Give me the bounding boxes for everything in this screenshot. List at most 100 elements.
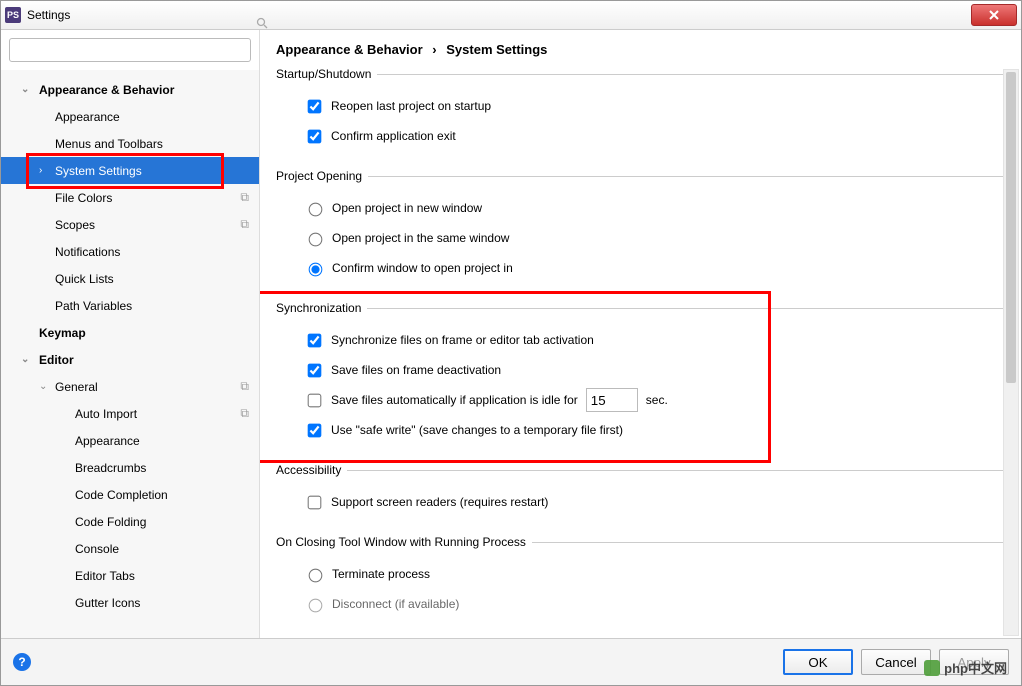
tree-item-gutter-icons[interactable]: Gutter Icons <box>1 589 259 616</box>
label-open-same-window: Open project in the same window <box>332 231 509 245</box>
help-icon[interactable]: ? <box>13 653 31 671</box>
radio-disconnect[interactable] <box>309 599 323 613</box>
app-icon: PS <box>5 7 21 23</box>
section-opening: Project Opening Open project in new wind… <box>276 169 1005 283</box>
breadcrumb-sep: › <box>432 42 436 57</box>
section-accessibility-title: Accessibility <box>276 463 347 477</box>
checkbox-screen-readers[interactable] <box>308 495 322 509</box>
tree-item-label: Scopes <box>55 218 95 232</box>
checkbox-safe-write[interactable] <box>308 423 322 437</box>
project-settings-icon: ⧉ <box>240 406 249 421</box>
apply-button[interactable]: Apply <box>939 649 1009 675</box>
cancel-button[interactable]: Cancel <box>861 649 931 675</box>
tree-item-label: File Colors <box>55 191 112 205</box>
label-terminate: Terminate process <box>332 567 430 581</box>
breadcrumb-b: System Settings <box>446 42 547 57</box>
chevron-right-icon: › <box>39 165 42 176</box>
tree-item-label: Notifications <box>55 245 120 259</box>
label-disconnect: Disconnect (if available) <box>332 597 459 611</box>
section-sync: Synchronization Synchronize files on fra… <box>276 301 1005 445</box>
checkbox-sync-on-activation[interactable] <box>308 333 322 347</box>
section-opening-title: Project Opening <box>276 169 368 183</box>
tree-item-code-completion[interactable]: Code Completion <box>1 481 259 508</box>
radio-open-same-window[interactable] <box>309 233 323 247</box>
app-icon-text: PS <box>7 10 19 20</box>
tree-item-label: Appearance & Behavior <box>39 83 174 97</box>
section-startup: Startup/Shutdown Reopen last project on … <box>276 67 1005 151</box>
label-confirm-open: Confirm window to open project in <box>332 261 513 275</box>
tree-item-label: Path Variables <box>55 299 132 313</box>
checkbox-reopen-last-project[interactable] <box>308 99 322 113</box>
window-close-button[interactable] <box>971 4 1017 26</box>
label-sync-on-activation: Synchronize files on frame or editor tab… <box>331 333 594 347</box>
label-screen-readers: Support screen readers (requires restart… <box>331 495 548 509</box>
tree-item-notifications[interactable]: Notifications <box>1 238 259 265</box>
tree-item-menus-and-toolbars[interactable]: Menus and Toolbars <box>1 130 259 157</box>
chevron-down-icon: ⌄ <box>21 354 29 365</box>
tree-item-auto-import[interactable]: Auto Import ⧉ <box>1 400 259 427</box>
settings-tree[interactable]: ⌄ Appearance & Behavior Appearance Menus an… <box>1 70 259 638</box>
ok-button[interactable]: OK <box>783 649 853 675</box>
section-closing: On Closing Tool Window with Running Proc… <box>276 535 1005 619</box>
chevron-down-icon: ⌄ <box>21 84 29 95</box>
tree-item-scopes[interactable]: Scopes ⧉ <box>1 211 259 238</box>
settings-window: PS Settings ⌄Appearance & BehaviorAppear… <box>0 0 1022 686</box>
section-accessibility: Accessibility Support screen readers (re… <box>276 463 1005 517</box>
breadcrumb-a: Appearance & Behavior <box>276 42 423 57</box>
label-save-idle-b: sec. <box>646 393 668 407</box>
tree-item-code-folding[interactable]: Code Folding <box>1 508 259 535</box>
dialog-footer: ? OK Cancel Apply <box>1 638 1021 685</box>
tree-item-label: Editor Tabs <box>75 569 135 583</box>
tree-item-label: Menus and Toolbars <box>55 137 163 151</box>
label-confirm-exit: Confirm application exit <box>331 129 456 143</box>
sidebar: ⌄ Appearance & Behavior Appearance Menus an… <box>1 30 260 638</box>
search-input[interactable] <box>9 38 251 62</box>
checkbox-confirm-exit[interactable] <box>308 129 322 143</box>
tree-item-label: Editor <box>39 353 74 367</box>
tree-item-editor[interactable]: ⌄ Editor <box>1 346 259 373</box>
tree-item-keymap[interactable]: Keymap <box>1 319 259 346</box>
section-sync-title: Synchronization <box>276 301 367 315</box>
content-scrollbar[interactable] <box>1003 69 1019 636</box>
tree-item-appearance-behavior[interactable]: ⌄ Appearance & Behavior <box>1 76 259 103</box>
tree-item-appearance[interactable]: Appearance <box>1 103 259 130</box>
tree-item-general[interactable]: ⌄General⧉ <box>1 373 259 400</box>
breadcrumb: Appearance & Behavior › System Settings <box>260 30 1021 67</box>
label-save-on-deactivation: Save files on frame deactivation <box>331 363 501 377</box>
section-startup-title: Startup/Shutdown <box>276 67 377 81</box>
label-save-idle-a: Save files automatically if application … <box>331 393 578 407</box>
checkbox-save-idle[interactable] <box>308 393 322 407</box>
tree-item-editor-tabs[interactable]: Editor Tabs <box>1 562 259 589</box>
tree-item-system-settings[interactable]: ›System Settings <box>1 157 259 184</box>
tree-item-label: Auto Import <box>75 407 137 421</box>
close-icon <box>988 9 1000 21</box>
tree-item-label: Breadcrumbs <box>75 461 146 475</box>
chevron-down-icon: ⌄ <box>39 381 47 392</box>
tree-item-quick-lists[interactable]: Quick Lists <box>1 265 259 292</box>
scrollbar-thumb[interactable] <box>1006 72 1016 383</box>
tree-item-path-variables[interactable]: Path Variables <box>1 292 259 319</box>
input-idle-seconds[interactable] <box>586 388 638 412</box>
tree-item-label: Keymap <box>39 326 86 340</box>
label-safe-write: Use "safe write" (save changes to a temp… <box>331 423 623 437</box>
tree-item-appearance[interactable]: Appearance <box>1 427 259 454</box>
tree-item-label: Appearance <box>55 110 120 124</box>
tree-item-breadcrumbs[interactable]: Breadcrumbs <box>1 454 259 481</box>
radio-open-new-window[interactable] <box>309 203 323 217</box>
tree-item-file-colors[interactable]: File Colors⧉ <box>1 184 259 211</box>
window-title: Settings <box>27 8 70 22</box>
radio-confirm-open[interactable] <box>309 263 323 277</box>
tree-item-label: Gutter Icons <box>75 596 140 610</box>
tree-item-label: General <box>55 380 98 394</box>
tree-item-label: Code Completion <box>75 488 168 502</box>
project-settings-icon: ⧉ <box>240 217 249 232</box>
radio-terminate[interactable] <box>309 569 323 583</box>
content-area: Appearance & Behavior › System Settings … <box>260 30 1021 638</box>
content-scroll[interactable]: Startup/Shutdown Reopen last project on … <box>260 67 1021 638</box>
checkbox-save-on-deactivation[interactable] <box>308 363 322 377</box>
window-body: ⌄ Appearance & Behavior Appearance Menus an… <box>1 30 1021 638</box>
tree-item-console[interactable]: Console <box>1 535 259 562</box>
label-reopen-last-project: Reopen last project on startup <box>331 99 491 113</box>
search-icon <box>256 17 268 32</box>
label-open-new-window: Open project in new window <box>332 201 482 215</box>
